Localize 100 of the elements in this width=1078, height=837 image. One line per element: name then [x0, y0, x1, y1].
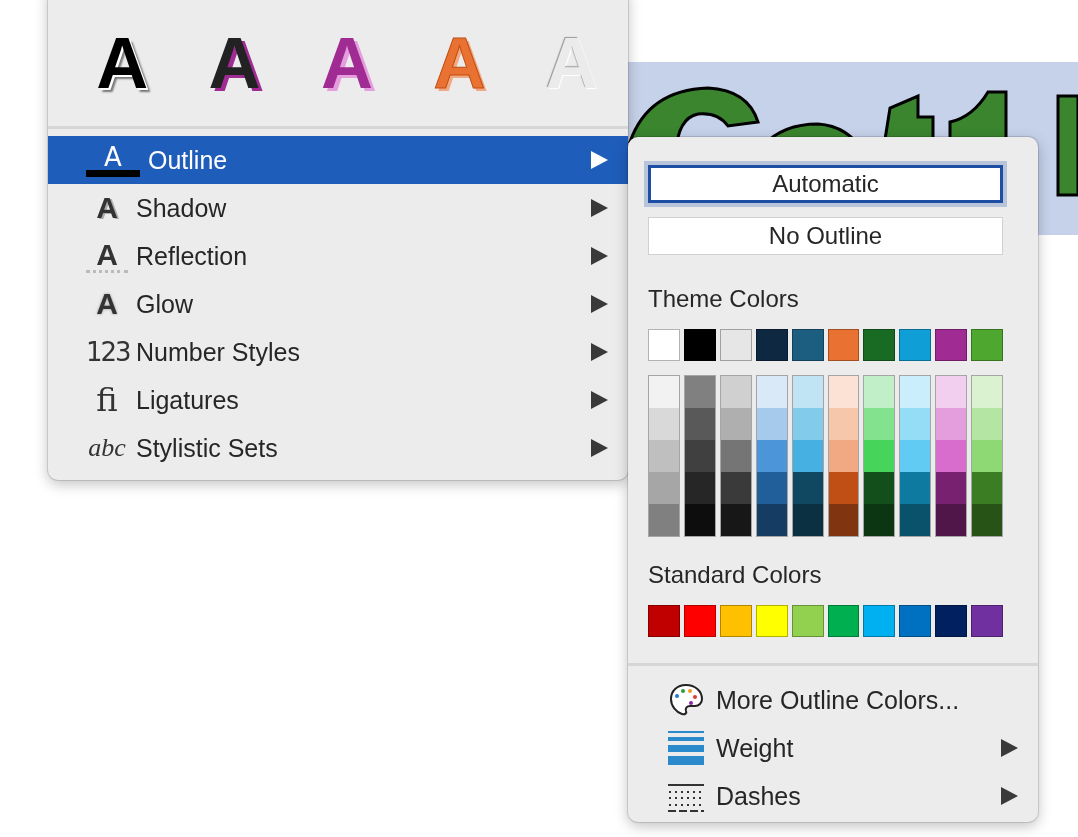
- color-swatch[interactable]: [684, 376, 715, 408]
- text-effect-preset[interactable]: A: [178, 27, 291, 99]
- color-swatch[interactable]: [791, 605, 824, 637]
- menu-item[interactable]: 123 Number Styles: [48, 328, 628, 376]
- menu-item[interactable]: More Outline Colors...: [628, 676, 1038, 724]
- color-swatch[interactable]: [792, 440, 823, 472]
- color-swatch[interactable]: [899, 329, 932, 361]
- color-swatch[interactable]: [936, 472, 967, 504]
- color-swatch[interactable]: [649, 376, 679, 408]
- color-swatch[interactable]: [648, 605, 680, 637]
- menu-item-label: Outline: [148, 145, 229, 175]
- menu-item-label: Stylistic Sets: [136, 433, 279, 463]
- color-swatch[interactable]: [792, 408, 823, 440]
- color-swatch[interactable]: [755, 605, 788, 637]
- submenu-arrow-icon: [590, 199, 608, 217]
- color-swatch[interactable]: [828, 440, 859, 472]
- color-swatch[interactable]: [972, 376, 1003, 408]
- color-swatch[interactable]: [756, 472, 787, 504]
- color-swatch[interactable]: [900, 472, 931, 504]
- menu-item[interactable]: Dashes: [628, 772, 1038, 820]
- color-swatch[interactable]: [900, 408, 931, 440]
- submenu-arrow-icon: [590, 391, 608, 409]
- color-swatch[interactable]: [684, 472, 715, 504]
- color-swatch[interactable]: [792, 472, 823, 504]
- color-swatch[interactable]: [720, 376, 751, 408]
- color-swatch[interactable]: [756, 504, 787, 536]
- menu-item[interactable]: A Glow: [48, 280, 628, 328]
- color-swatch[interactable]: [864, 472, 895, 504]
- color-swatch[interactable]: [900, 440, 931, 472]
- color-swatch[interactable]: [755, 329, 788, 361]
- color-swatch[interactable]: [756, 376, 787, 408]
- color-swatch[interactable]: [864, 504, 895, 536]
- menu-item-label: Ligatures: [136, 385, 240, 415]
- color-swatch[interactable]: [683, 329, 716, 361]
- menu-item-label: Glow: [136, 289, 194, 319]
- color-swatch[interactable]: [936, 504, 967, 536]
- menu-item[interactable]: abc Stylistic Sets: [48, 424, 628, 472]
- color-swatch[interactable]: [684, 408, 715, 440]
- color-swatch[interactable]: [864, 376, 895, 408]
- text-effect-preset[interactable]: A: [290, 27, 404, 99]
- menu-item-icon: abc: [86, 435, 128, 461]
- color-swatch[interactable]: [791, 329, 824, 361]
- color-swatch[interactable]: [720, 408, 751, 440]
- menu-item[interactable]: fi Ligatures: [48, 376, 628, 424]
- color-swatch[interactable]: [827, 605, 860, 637]
- color-swatch[interactable]: [792, 504, 823, 536]
- color-swatch[interactable]: [971, 329, 1004, 361]
- menu-item[interactable]: A Shadow: [48, 184, 628, 232]
- text-effect-preset[interactable]: A: [66, 27, 179, 99]
- menu-item[interactable]: A Reflection: [48, 232, 628, 280]
- color-swatch[interactable]: [649, 504, 679, 536]
- color-swatch[interactable]: [792, 376, 823, 408]
- color-swatch[interactable]: [649, 472, 679, 504]
- color-swatch[interactable]: [900, 504, 931, 536]
- color-swatch[interactable]: [972, 472, 1003, 504]
- color-swatch[interactable]: [935, 329, 968, 361]
- menu-item-label: Weight: [716, 733, 795, 763]
- color-swatch[interactable]: [648, 329, 680, 361]
- color-swatch[interactable]: [683, 605, 716, 637]
- color-swatch[interactable]: [649, 440, 679, 472]
- color-swatch[interactable]: [720, 440, 751, 472]
- color-swatch[interactable]: [827, 329, 860, 361]
- color-swatch[interactable]: [935, 605, 968, 637]
- menu-item-icon: fi: [86, 384, 128, 416]
- outline-option-button[interactable]: No Outline: [648, 217, 1003, 255]
- color-swatch[interactable]: [972, 408, 1003, 440]
- color-swatch[interactable]: [684, 504, 715, 536]
- submenu-arrow-icon: [590, 343, 608, 361]
- color-swatch[interactable]: [971, 605, 1004, 637]
- color-swatch[interactable]: [863, 605, 896, 637]
- color-swatch[interactable]: [828, 472, 859, 504]
- menu-item-label: Number Styles: [136, 337, 301, 367]
- submenu-arrow-icon: [590, 295, 608, 313]
- color-swatch[interactable]: [828, 408, 859, 440]
- color-swatch[interactable]: [649, 408, 679, 440]
- color-swatch[interactable]: [719, 605, 752, 637]
- color-swatch[interactable]: [864, 408, 895, 440]
- palette-icon: [668, 682, 704, 718]
- color-swatch[interactable]: [720, 472, 751, 504]
- menu-item[interactable]: Weight: [628, 724, 1038, 772]
- color-swatch[interactable]: [863, 329, 896, 361]
- color-swatch[interactable]: [936, 408, 967, 440]
- color-swatch[interactable]: [936, 440, 967, 472]
- color-swatch[interactable]: [756, 408, 787, 440]
- section-heading: Theme Colors: [648, 285, 800, 313]
- color-swatch[interactable]: [899, 605, 932, 637]
- color-swatch[interactable]: [720, 504, 751, 536]
- menu-item-icon: A: [86, 193, 128, 223]
- menu-item-icon: 123: [86, 339, 128, 365]
- menu-item[interactable]: A Outline: [48, 136, 628, 184]
- color-swatch[interactable]: [828, 504, 859, 536]
- color-swatch[interactable]: [972, 440, 1003, 472]
- color-swatch[interactable]: [972, 504, 1003, 536]
- color-swatch[interactable]: [719, 329, 752, 361]
- color-swatch[interactable]: [828, 376, 859, 408]
- color-swatch[interactable]: [864, 440, 895, 472]
- color-swatch[interactable]: [684, 440, 715, 472]
- color-swatch[interactable]: [756, 440, 787, 472]
- color-swatch[interactable]: [936, 376, 967, 408]
- color-swatch[interactable]: [900, 376, 931, 408]
